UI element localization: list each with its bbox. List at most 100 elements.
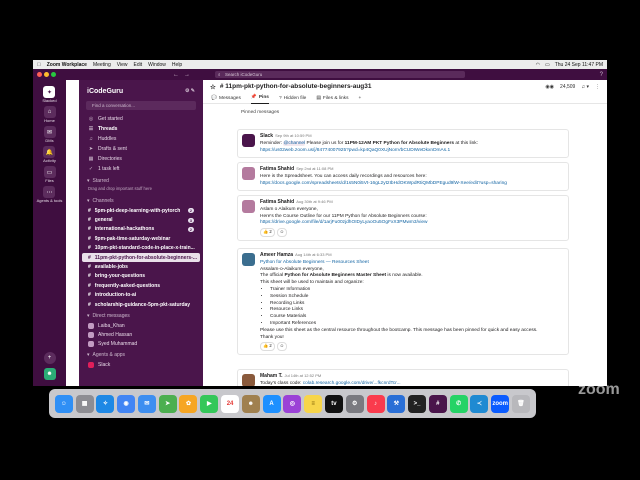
message-author[interactable]: Fatima Shahid bbox=[260, 199, 294, 205]
help-icon[interactable]: ? bbox=[600, 72, 603, 78]
nav-tasks[interactable]: ✓ 1 task left bbox=[79, 164, 203, 174]
tab-messages[interactable]: 💬 Messages bbox=[211, 93, 241, 104]
rail-agents[interactable]: ⋯ Agents & tools bbox=[37, 186, 62, 203]
add-tab-button[interactable]: + bbox=[358, 93, 361, 104]
whatsapp-icon[interactable]: ✆ bbox=[449, 394, 468, 413]
channel-item[interactable]: # frequently-asked-questions bbox=[79, 281, 203, 290]
avatar[interactable] bbox=[242, 253, 255, 266]
close-window-button[interactable] bbox=[37, 72, 42, 77]
trash-icon[interactable]: 🗑 bbox=[511, 394, 530, 413]
message-time[interactable]: Aug 30th at 9:46 PM bbox=[296, 199, 332, 204]
channel-mention[interactable]: @channel bbox=[283, 140, 306, 146]
channel-item[interactable]: # international-hackathons 2 bbox=[79, 225, 203, 234]
channel-item[interactable]: # bring-your-questions bbox=[79, 272, 203, 281]
member-avatars[interactable]: ◉◉ bbox=[545, 84, 554, 90]
dm-item[interactable]: Syed Muhammad bbox=[79, 339, 203, 348]
nav-threads[interactable]: ☰ Threads bbox=[79, 124, 203, 134]
contacts-icon[interactable]: ☻ bbox=[241, 394, 260, 413]
tv-icon[interactable]: tv bbox=[324, 394, 343, 413]
channel-item[interactable]: #5pm-pkt-deep-learning-with-pytorch 2 bbox=[79, 206, 203, 215]
apple-icon[interactable]:  bbox=[37, 62, 41, 68]
zoom-icon[interactable]: zoom bbox=[491, 394, 510, 413]
safari-icon[interactable]: ✧ bbox=[96, 394, 115, 413]
dm-item[interactable]: Ahmed Hassan bbox=[79, 330, 203, 339]
finder-icon[interactable]: ☺ bbox=[54, 394, 73, 413]
back-arrow-icon[interactable]: ← bbox=[173, 72, 179, 78]
drive-link[interactable]: https://drive.google.com/file/d/1arjFu00… bbox=[260, 220, 564, 227]
starred-header[interactable]: ▾ Starred bbox=[79, 174, 203, 186]
xcode-icon[interactable]: ⚒ bbox=[387, 394, 406, 413]
message-time[interactable]: Jul 14th at 12:52 PM bbox=[285, 373, 322, 378]
channel-item[interactable]: #10pm-pkt-standard-code-in-place-x-train… bbox=[79, 244, 203, 253]
mail-icon[interactable]: ✉ bbox=[137, 394, 156, 413]
facetime-icon[interactable]: ▶ bbox=[200, 394, 219, 413]
music-icon[interactable]: ♪ bbox=[366, 394, 385, 413]
settings-icon[interactable]: ⚙ bbox=[345, 394, 364, 413]
vscode-icon[interactable]: ≺ bbox=[470, 394, 489, 413]
rail-files[interactable]: ▭ Files bbox=[43, 166, 56, 183]
wifi-icon[interactable]: ◠ bbox=[536, 62, 540, 68]
channel-title[interactable]: # 11pm-pkt-python-for-absolute-beginners… bbox=[220, 83, 372, 90]
terminal-icon[interactable]: >_ bbox=[408, 394, 427, 413]
pinned-message[interactable]: Maham T. Jul 14th at 12:52 PM Today's cla… bbox=[237, 369, 569, 386]
pinned-message[interactable]: Slack Sep 9th at 10:59 PM Reminder: @chan… bbox=[237, 129, 569, 159]
add-reaction-icon[interactable]: ☺ bbox=[276, 342, 287, 352]
notes-icon[interactable]: ≡ bbox=[304, 394, 323, 413]
message-author[interactable]: Maham T. bbox=[260, 373, 283, 379]
reaction-thumbs-up[interactable]: 👍 2 bbox=[260, 342, 275, 352]
menu-edit[interactable]: Edit bbox=[134, 62, 143, 68]
user-avatar[interactable]: ☻ bbox=[43, 368, 56, 380]
find-conversation-input[interactable]: Find a conversation... bbox=[86, 101, 196, 110]
message-time[interactable]: Aug 14th at 6:33 PM bbox=[295, 252, 331, 257]
message-author[interactable]: Slack bbox=[260, 133, 273, 139]
app-item-slack[interactable]: Slack bbox=[79, 360, 203, 369]
rail-dms[interactable]: ✉ DMs bbox=[43, 126, 56, 143]
dm-item[interactable]: Laiba_Khan bbox=[79, 321, 203, 330]
avatar[interactable] bbox=[242, 134, 255, 147]
photos-icon[interactable]: ✿ bbox=[179, 394, 198, 413]
reaction-thumbs-up[interactable]: 👍 2 bbox=[260, 228, 275, 237]
menu-window[interactable]: Window bbox=[148, 62, 166, 68]
menu-view[interactable]: View bbox=[117, 62, 128, 68]
message-time[interactable]: Sep 2nd at 11:08 PM bbox=[296, 166, 333, 171]
settings-gear-icon[interactable]: ⚙ ✎ bbox=[185, 88, 195, 95]
menu-clock[interactable]: Thu 24 Sep 11:47 PM bbox=[555, 62, 603, 68]
avatar[interactable] bbox=[242, 167, 255, 180]
channels-header[interactable]: ▾ Channels bbox=[79, 194, 203, 206]
workspace-switcher[interactable]: ✦ Slacked bbox=[42, 86, 57, 103]
maximize-window-button[interactable] bbox=[51, 72, 56, 77]
channel-item[interactable]: # available-jobs bbox=[79, 262, 203, 271]
menu-app-name[interactable]: Zoom Workplace bbox=[47, 62, 87, 68]
rail-home[interactable]: ⌂ Home bbox=[43, 106, 56, 123]
tab-pins[interactable]: 📌 Pins bbox=[250, 93, 269, 104]
workspace-header[interactable]: iCodeGuru ⚙ ✎ bbox=[79, 80, 203, 99]
minimize-window-button[interactable] bbox=[44, 72, 49, 77]
message-time[interactable]: Sep 9th at 10:59 PM bbox=[275, 133, 311, 138]
menu-meeting[interactable]: Meeting bbox=[93, 62, 111, 68]
colab-link[interactable]: colab.research.google.com/drive/...fkcnr… bbox=[303, 381, 401, 386]
avatar[interactable] bbox=[242, 200, 255, 213]
chrome-icon[interactable]: ◉ bbox=[117, 394, 136, 413]
channel-item[interactable]: #9pm-pak-time-saturday-webinar bbox=[79, 234, 203, 243]
message-author[interactable]: Fatima Shahid bbox=[260, 166, 294, 172]
nav-get-started[interactable]: ◎ Get started bbox=[79, 114, 203, 124]
podcasts-icon[interactable]: ◎ bbox=[283, 394, 302, 413]
channel-item[interactable]: # scholarship-guidance-5pm-pkt-saturday bbox=[79, 300, 203, 309]
member-count[interactable]: 24,509 bbox=[560, 84, 575, 90]
channel-item[interactable]: #11pm-pkt-python-for-absolute-beginners-… bbox=[82, 252, 200, 263]
maps-icon[interactable]: ➤ bbox=[158, 394, 177, 413]
pinned-message[interactable]: Ameer Hamza Aug 14th at 6:33 PM Python fo… bbox=[237, 248, 569, 356]
forward-arrow-icon[interactable]: → bbox=[184, 72, 190, 78]
app-store-icon[interactable]: A bbox=[262, 394, 281, 413]
nav-drafts[interactable]: ➤ Drafts & sent bbox=[79, 144, 203, 154]
calendar-icon[interactable]: 24 bbox=[221, 394, 240, 413]
slack-icon[interactable]: # bbox=[428, 394, 447, 413]
rail-activity[interactable]: 🔔 Activity bbox=[43, 146, 56, 163]
channel-item[interactable]: # introduction-to-ai bbox=[79, 291, 203, 300]
search-input[interactable]: ⌕ Search iCodeGuru bbox=[215, 71, 465, 78]
nav-directories[interactable]: ▦ Directories bbox=[79, 154, 203, 164]
tab-files-links[interactable]: ▤ Files & links bbox=[316, 93, 348, 104]
nav-huddles[interactable]: ♫ Huddles bbox=[79, 134, 203, 144]
add-reaction-icon[interactable]: ☺ bbox=[276, 228, 287, 237]
zoom-link[interactable]: https://us02web.zoom.us/j/84774007925?pw… bbox=[260, 148, 564, 155]
